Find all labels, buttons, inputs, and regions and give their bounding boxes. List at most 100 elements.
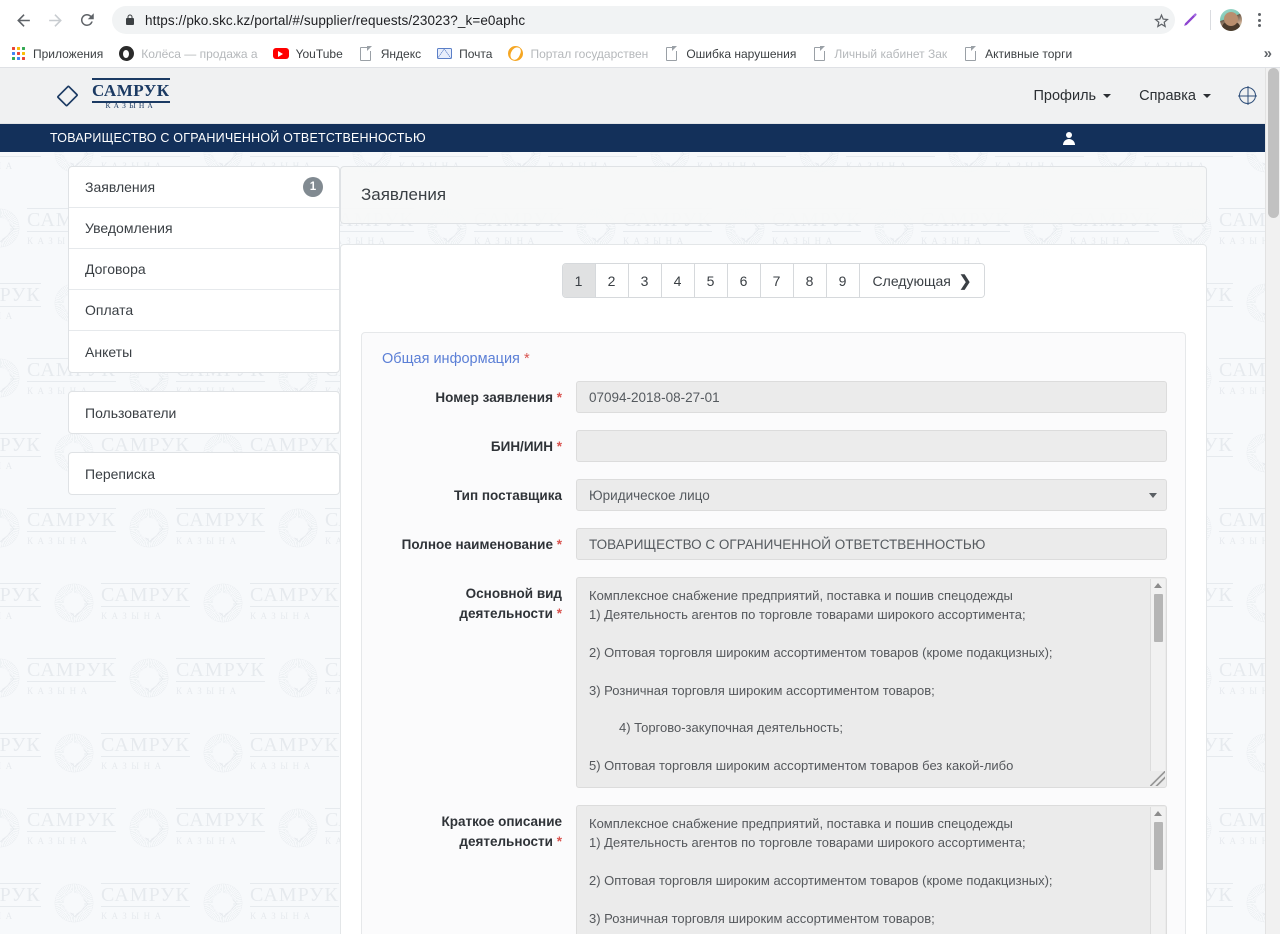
toolbar-divider	[1210, 10, 1211, 30]
sidebar: Заявления 1 Уведомления Договора Оплата …	[0, 166, 340, 934]
page-button-9[interactable]: 9	[827, 264, 860, 297]
mail-icon	[436, 46, 452, 62]
main-activity-textarea[interactable]: Комплексное снабжение предприятий, поста…	[576, 577, 1167, 788]
address-bar[interactable]: https://pko.skc.kz/portal/#/supplier/req…	[112, 6, 1175, 34]
bookmark-label: Активные торги	[985, 47, 1072, 61]
page-button-5[interactable]: 5	[695, 264, 728, 297]
request-number-input[interactable]: 07094-2018-08-27-01	[576, 381, 1167, 413]
required-marker: *	[557, 439, 562, 454]
document-icon	[811, 46, 827, 62]
textarea-scrollbar[interactable]	[1150, 807, 1165, 934]
scroll-up-arrow-icon[interactable]	[1154, 811, 1162, 816]
form-row-bin-iin: БИН/ИИН *	[380, 430, 1167, 462]
next-page-button[interactable]: Следующая ❯	[860, 264, 985, 297]
pagination-row: 1 2 3 4 5 6 7 8 9 Следующая ❯	[341, 245, 1206, 314]
samruk-seal-icon	[50, 79, 84, 113]
page-button-8[interactable]: 8	[794, 264, 827, 297]
main-content: Заявления 1 2 3 4 5 6 7 8 9 С	[340, 166, 1280, 934]
bookmark-pochta[interactable]: Почта	[436, 42, 500, 66]
chevron-down-icon	[1103, 94, 1111, 98]
sidebar-item-polzovateli[interactable]: Пользователи	[69, 392, 339, 433]
sidebar-item-label: Переписка	[85, 466, 155, 482]
chevron-down-icon	[1203, 94, 1211, 98]
bookmark-yandex[interactable]: Яндекс	[358, 42, 429, 66]
page-scrollbar[interactable]	[1265, 68, 1280, 934]
site-header: САМРУК КАЗЫНА Профиль Справка	[0, 68, 1280, 124]
bookmark-youtube[interactable]: YouTube	[273, 42, 351, 66]
supplier-type-select[interactable]: Юридическое лицо	[576, 479, 1167, 511]
sidebar-item-label: Уведомления	[85, 220, 173, 236]
page-button-1[interactable]: 1	[563, 264, 596, 297]
sidebar-item-zayavleniya[interactable]: Заявления 1	[69, 167, 339, 208]
bookmark-kolesa[interactable]: Колёса — продажа а	[118, 42, 265, 66]
scrollbar-track[interactable]	[1151, 592, 1165, 773]
sidebar-item-perepiska[interactable]: Переписка	[69, 453, 339, 494]
bookmark-aktivnye-torgi[interactable]: Активные торги	[962, 42, 1080, 66]
current-user-button[interactable]	[1062, 132, 1075, 145]
page-button-6[interactable]: 6	[728, 264, 761, 297]
bookmark-label: Почта	[459, 47, 492, 61]
scroll-up-arrow-icon[interactable]	[1154, 583, 1162, 588]
field-label: БИН/ИИН *	[380, 430, 576, 457]
page-scrollbar-thumb[interactable]	[1268, 68, 1279, 218]
page-button-7[interactable]: 7	[761, 264, 794, 297]
document-icon	[962, 46, 978, 62]
page-title-panel: Заявления	[340, 166, 1207, 224]
scrollbar-thumb[interactable]	[1154, 822, 1163, 870]
textarea-content: Комплексное снабжение предприятий, поста…	[577, 578, 1166, 788]
textarea-scrollbar[interactable]	[1150, 579, 1165, 786]
sidebar-item-dogovora[interactable]: Договора	[69, 249, 339, 290]
page-button-4[interactable]: 4	[662, 264, 695, 297]
company-name: ТОВАРИЩЕСТВО С ОГРАНИЧЕННОЙ ОТВЕТСТВЕННО…	[50, 131, 426, 145]
sidebar-item-uvedomleniya[interactable]: Уведомления	[69, 208, 339, 249]
samruk-kazyna-logo[interactable]: САМРУК КАЗЫНА	[50, 79, 170, 113]
textarea-line: 4) Торгово-закупочная деятельность;	[589, 719, 1140, 738]
page-body: Заявления 1 Уведомления Договора Оплата …	[0, 152, 1280, 934]
page-button-3[interactable]: 3	[629, 264, 662, 297]
bookmark-gov-portal[interactable]: Портал государствен	[507, 42, 656, 66]
grammarly-pen-icon[interactable]	[1175, 5, 1205, 35]
nav-item-help[interactable]: Справка	[1139, 88, 1211, 104]
portal-icon	[507, 46, 523, 62]
lock-icon	[124, 13, 136, 27]
sidebar-item-ankety[interactable]: Анкеты	[69, 331, 339, 372]
profile-avatar[interactable]	[1220, 9, 1242, 31]
forward-arrow-icon	[40, 5, 70, 35]
bookmark-apps[interactable]: Приложения	[10, 42, 111, 66]
bookmark-label: Личный кабинет Зак	[834, 47, 947, 61]
youtube-icon	[273, 46, 289, 62]
page-button-2[interactable]: 2	[596, 264, 629, 297]
logo-line-2: КАЗЫНА	[92, 102, 170, 110]
bookmarks-overflow-icon[interactable]: »	[1264, 45, 1272, 62]
textarea-line: 1) Деятельность агентов по торговле това…	[589, 834, 1140, 853]
bookmark-label: Ошибка нарушения	[686, 47, 796, 61]
scrollbar-thumb[interactable]	[1154, 594, 1163, 642]
required-marker: *	[524, 351, 530, 367]
short-description-textarea[interactable]: Комплексное снабжение предприятий, поста…	[576, 805, 1167, 934]
user-icon	[1062, 132, 1075, 145]
globe-icon	[1239, 87, 1256, 104]
field-label: Основной вид деятельности *	[380, 577, 576, 623]
sidebar-item-oplata[interactable]: Оплата	[69, 290, 339, 331]
back-arrow-icon[interactable]	[8, 5, 38, 35]
field-label-line-1: Краткое описание	[441, 814, 562, 829]
apps-grid-icon	[10, 46, 26, 62]
general-info-form: Общая информация * Номер заявления * 070…	[361, 332, 1186, 934]
chrome-menu-kebab-icon[interactable]	[1246, 5, 1272, 35]
required-marker: *	[557, 537, 562, 552]
section-title-text: Общая информация	[382, 351, 520, 367]
bookmark-star-icon[interactable]	[1147, 6, 1175, 34]
bin-iin-input[interactable]	[576, 430, 1167, 462]
bookmark-oshibka[interactable]: Ошибка нарушения	[663, 42, 804, 66]
nav-item-profile[interactable]: Профиль	[1034, 88, 1112, 104]
textarea-resize-grip[interactable]	[1150, 771, 1165, 786]
textarea-line: 1) Деятельность агентов по торговле това…	[589, 606, 1140, 625]
sidebar-item-label: Заявления	[85, 179, 155, 195]
textarea-line: 5) Оптовая торговля широким ассортименто…	[589, 757, 1140, 776]
field-label-text: Полное наименование	[402, 537, 553, 552]
scrollbar-track[interactable]	[1151, 820, 1165, 934]
reload-icon[interactable]	[72, 5, 102, 35]
bookmark-lichny-kabinet[interactable]: Личный кабинет Зак	[811, 42, 955, 66]
full-name-input[interactable]: ТОВАРИЩЕСТВО С ОГРАНИЧЕННОЙ ОТВЕТСТВЕННО…	[576, 528, 1167, 560]
language-switcher[interactable]	[1239, 87, 1256, 104]
